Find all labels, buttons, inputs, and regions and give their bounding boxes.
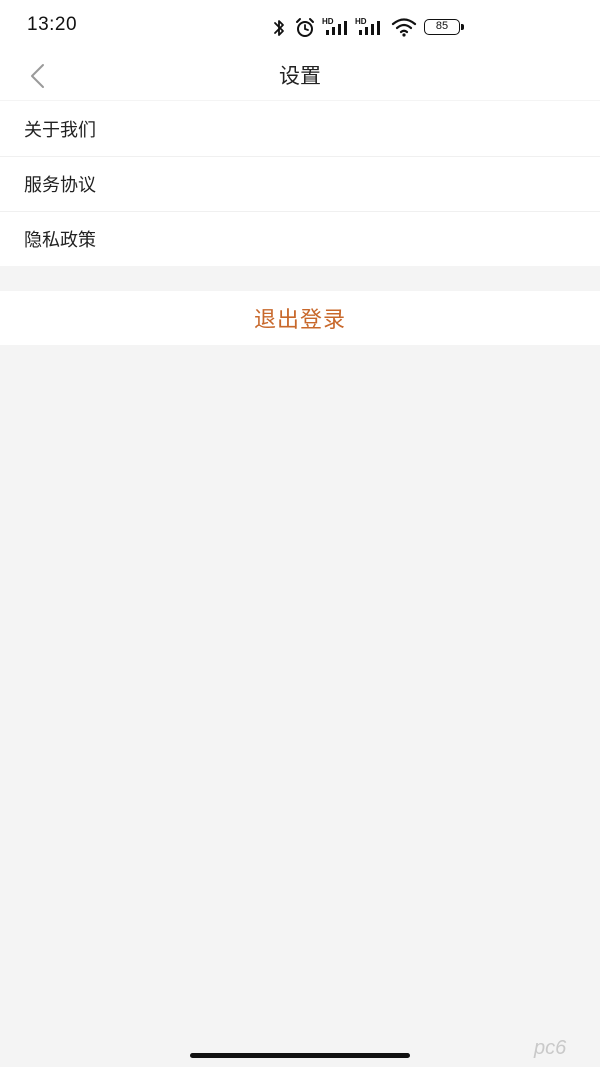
home-indicator[interactable] bbox=[190, 1053, 410, 1058]
nav-bar: 设置 bbox=[0, 52, 600, 100]
status-time: 13:20 bbox=[27, 14, 78, 35]
page-title: 设置 bbox=[279, 64, 321, 88]
status-bar: 13:20 HD HD 85 bbox=[0, 0, 600, 52]
menu-item-label: 关于我们 bbox=[24, 119, 96, 141]
wifi-icon bbox=[391, 18, 417, 37]
menu-item-privacy-policy[interactable]: 隐私政策 bbox=[0, 211, 600, 266]
menu-item-label: 服务协议 bbox=[24, 175, 96, 196]
bluetooth-icon bbox=[274, 20, 284, 36]
hd-signal-icon: HD bbox=[355, 17, 380, 35]
menu-item-label: 隐私政策 bbox=[24, 230, 96, 251]
watermark-logo: pc6 bbox=[534, 1037, 567, 1059]
battery-indicator: 85 bbox=[424, 19, 460, 35]
alarm-icon bbox=[296, 18, 314, 37]
settings-menu: 关于我们 服务协议 隐私政策 bbox=[0, 101, 600, 266]
svg-text:HD: HD bbox=[355, 17, 367, 26]
menu-item-service-agreement[interactable]: 服务协议 bbox=[0, 156, 600, 211]
menu-item-about-us[interactable]: 关于我们 bbox=[0, 101, 600, 156]
logout-label: 退出登录 bbox=[253, 308, 346, 333]
hd-signal-icon: HD bbox=[322, 17, 347, 35]
logout-button[interactable]: 退出登录 bbox=[0, 291, 600, 345]
svg-text:HD: HD bbox=[322, 17, 334, 26]
battery-tip bbox=[461, 24, 464, 30]
